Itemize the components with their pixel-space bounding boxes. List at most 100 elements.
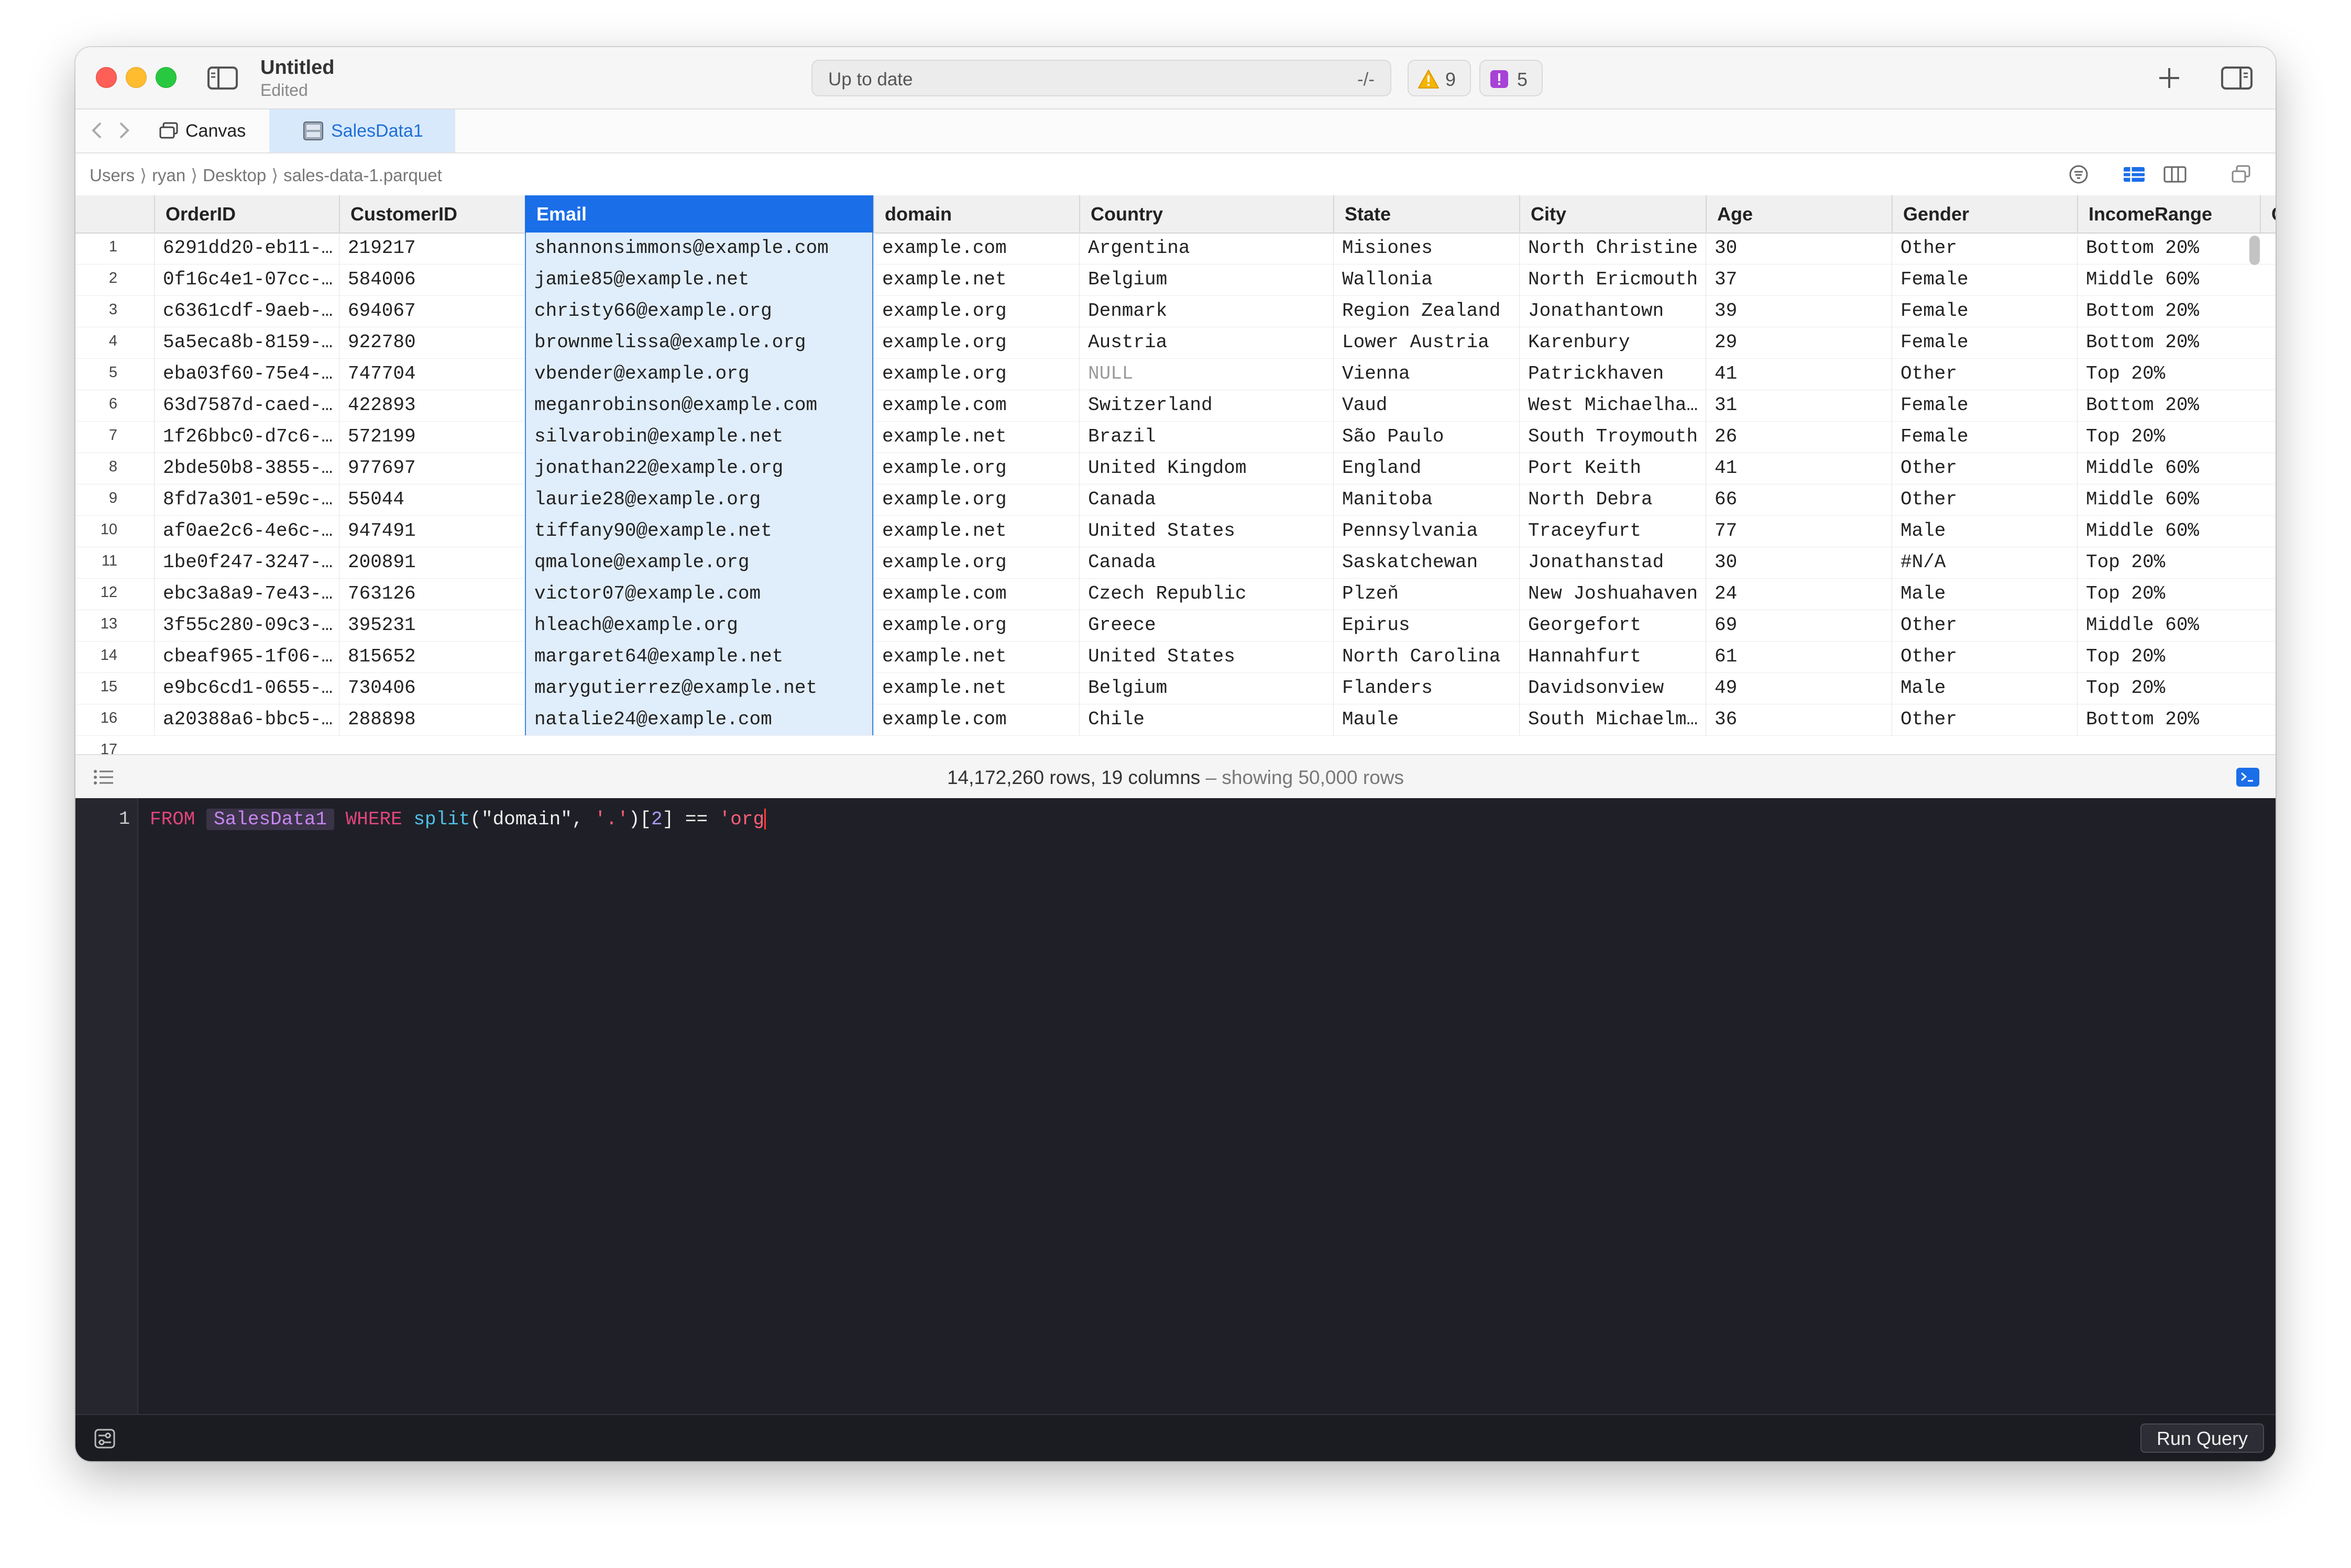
table-row[interactable]: 12 ebc3a8a9-7e43-… 763126 victor07@example.…	[75, 578, 2276, 610]
column-header-age[interactable]: Age	[1706, 195, 1892, 233]
cell-customerid[interactable]: 395231	[339, 610, 525, 641]
vertical-scrollbar[interactable]	[2249, 236, 2260, 265]
cell-orderid[interactable]: c6361cdf-9aeb-…	[154, 295, 339, 327]
cell-age[interactable]: 49	[1706, 672, 1892, 704]
cell-country[interactable]: Canada	[1079, 547, 1333, 578]
cell-gender[interactable]: #N/A	[1892, 547, 2077, 578]
cell-orderid[interactable]: e9bc6cd1-0655-…	[154, 672, 339, 704]
cell-incomerange[interactable]: Top 20%	[2077, 672, 2260, 704]
column-header-customerid[interactable]: CustomerID	[339, 195, 525, 233]
cell-incomerange[interactable]: Top 20%	[2077, 547, 2260, 578]
cell-email[interactable]: vbender@example.org	[525, 358, 873, 390]
cell-domain[interactable]: example.net	[873, 641, 1079, 672]
table-row[interactable]: 11 1be0f247-3247-… 200891 qmalone@example.o…	[75, 547, 2276, 579]
cell-city[interactable]: Davidsonview	[1519, 672, 1706, 704]
table-row[interactable]: 4 5a5eca8b-8159-… 922780 brownmelissa@examp…	[75, 327, 2276, 359]
table-row[interactable]: 3 c6361cdf-9aeb-… 694067 christy66@example.…	[75, 295, 2276, 327]
cell-age[interactable]: 31	[1706, 390, 1892, 421]
cell-country[interactable]: Canada	[1079, 484, 1333, 515]
cell-orderid[interactable]: 2bde50b8-3855-…	[154, 452, 339, 484]
table-row[interactable]: 8 2bde50b8-3855-… 977697 jonathan22@example…	[75, 452, 2276, 484]
add-icon[interactable]	[2155, 64, 2183, 92]
table-row[interactable]: 9 8fd7a301-e59c-… 55044 laurie28@example.or…	[75, 484, 2276, 516]
breadcrumb-item[interactable]: ryan	[152, 165, 185, 185]
table-row[interactable]: 7 1f26bbc0-d7c6-… 572199 silvarobin@example…	[75, 421, 2276, 453]
status-field[interactable]: Up to date -/-	[811, 60, 1391, 96]
query-code-line[interactable]: FROM SalesData1 WHERE split("domain", '.…	[150, 809, 766, 830]
cell-domain[interactable]: example.com	[873, 233, 1079, 264]
cell-state[interactable]: Lower Austria	[1333, 327, 1519, 358]
cell-age[interactable]: 29	[1706, 327, 1892, 358]
zoom-window-button[interactable]	[156, 67, 177, 88]
cell-state[interactable]: Wallonia	[1333, 264, 1519, 295]
cell-country[interactable]: Czech Republic	[1079, 578, 1333, 610]
cell-gender[interactable]: Other	[1892, 641, 2077, 672]
cell-state[interactable]: Flanders	[1333, 672, 1519, 704]
column-header-country[interactable]: Country	[1079, 195, 1333, 233]
run-query-button[interactable]: Run Query	[2140, 1423, 2264, 1453]
table-row[interactable]: 5 eba03f60-75e4-… 747704 vbender@example.or…	[75, 358, 2276, 390]
cell-orderid[interactable]: 5a5eca8b-8159-…	[154, 327, 339, 358]
cell-gender[interactable]: Other	[1892, 233, 2077, 264]
back-icon[interactable]	[87, 120, 108, 141]
cell-domain[interactable]: example.org	[873, 358, 1079, 390]
cell-customerid[interactable]: 584006	[339, 264, 525, 295]
cell-domain[interactable]: example.org	[873, 484, 1079, 515]
cell-customerid[interactable]: 200891	[339, 547, 525, 578]
cell-age[interactable]: 66	[1706, 484, 1892, 515]
cell-age[interactable]: 37	[1706, 264, 1892, 295]
cell-customerid[interactable]: 572199	[339, 421, 525, 452]
cell-customerid[interactable]: 763126	[339, 578, 525, 610]
cell-domain[interactable]: example.org	[873, 610, 1079, 641]
cell-email[interactable]: margaret64@example.net	[525, 641, 873, 672]
cell-email[interactable]: meganrobinson@example.com	[525, 390, 873, 421]
cell-email[interactable]: shannonsimmons@example.com	[525, 233, 873, 264]
cell-customerid[interactable]: 947491	[339, 515, 525, 547]
cell-incomerange[interactable]: Bottom 20%	[2077, 233, 2260, 264]
cell-city[interactable]: Port Keith	[1519, 452, 1706, 484]
column-header-gender[interactable]: Gender	[1892, 195, 2077, 233]
breadcrumb-item[interactable]: sales-data-1.parquet	[283, 165, 442, 185]
cell-city[interactable]: West Michaelha…	[1519, 390, 1706, 421]
cell-email[interactable]: natalie24@example.com	[525, 704, 873, 735]
cell-incomerange[interactable]: Middle 60%	[2077, 264, 2260, 295]
cell-city[interactable]: Karenbury	[1519, 327, 1706, 358]
table-row[interactable]: 16 a20388a6-bbc5-… 288898 natalie24@example…	[75, 704, 2276, 736]
cell-state[interactable]: Vienna	[1333, 358, 1519, 390]
cell-state[interactable]: Saskatchewan	[1333, 547, 1519, 578]
cell-country[interactable]: Belgium	[1079, 264, 1333, 295]
cell-incomerange[interactable]: Bottom 20%	[2077, 704, 2260, 735]
cell-city[interactable]: Jonathantown	[1519, 295, 1706, 327]
cell-city[interactable]: Hannahfurt	[1519, 641, 1706, 672]
table-view-icon[interactable]	[2122, 164, 2147, 185]
cell-city[interactable]: South Michaelm…	[1519, 704, 1706, 735]
forward-icon[interactable]	[113, 120, 134, 141]
cell-domain[interactable]: example.org	[873, 547, 1079, 578]
cell-customerid[interactable]: 55044	[339, 484, 525, 515]
cell-email[interactable]: jonathan22@example.org	[525, 452, 873, 484]
cell-state[interactable]: Vaud	[1333, 390, 1519, 421]
filter-icon[interactable]	[2066, 164, 2091, 185]
cell-domain[interactable]: example.net	[873, 264, 1079, 295]
cell-state[interactable]: England	[1333, 452, 1519, 484]
cell-gender[interactable]: Other	[1892, 610, 2077, 641]
table-row[interactable]: 2 0f16c4e1-07cc-… 584006 jamie85@example.ne…	[75, 264, 2276, 296]
cell-gender[interactable]: Other	[1892, 452, 2077, 484]
table-row[interactable]: 15 e9bc6cd1-0655-… 730406 marygutierrez@exa…	[75, 672, 2276, 704]
cell-country[interactable]: United States	[1079, 641, 1333, 672]
cell-customerid[interactable]: 922780	[339, 327, 525, 358]
cell-domain[interactable]: example.org	[873, 452, 1079, 484]
cell-gender[interactable]: Other	[1892, 704, 2077, 735]
cell-gender[interactable]: Female	[1892, 421, 2077, 452]
cell-gender[interactable]: Male	[1892, 578, 2077, 610]
cell-incomerange[interactable]: Top 20%	[2077, 578, 2260, 610]
cell-incomerange[interactable]: Bottom 20%	[2077, 327, 2260, 358]
layers-icon[interactable]	[2228, 164, 2254, 185]
cell-domain[interactable]: example.net	[873, 421, 1079, 452]
cell-email[interactable]: silvarobin@example.net	[525, 421, 873, 452]
cell-age[interactable]: 30	[1706, 547, 1892, 578]
cell-state[interactable]: Epirus	[1333, 610, 1519, 641]
cell-country[interactable]: Chile	[1079, 704, 1333, 735]
cell-incomerange[interactable]: Top 20%	[2077, 358, 2260, 390]
cell-state[interactable]: Misiones	[1333, 233, 1519, 264]
